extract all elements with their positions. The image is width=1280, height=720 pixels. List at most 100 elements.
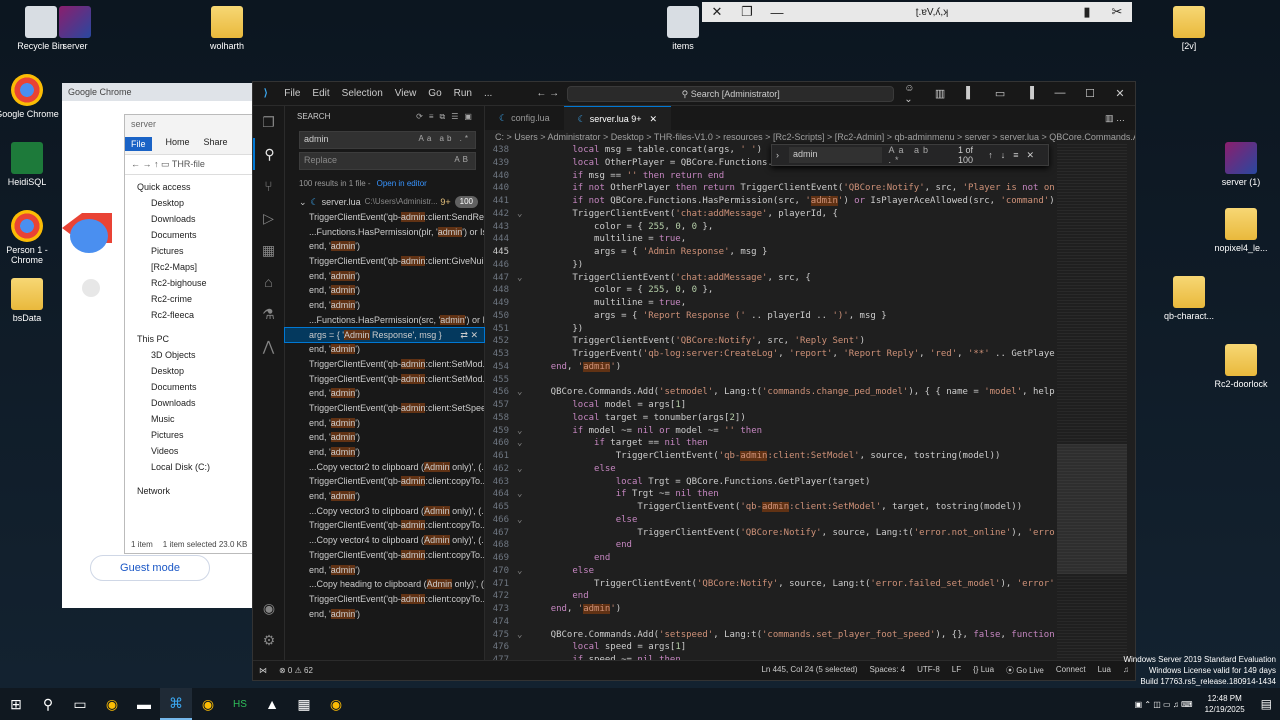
- toggle-panel-icon[interactable]: ▭: [985, 87, 1015, 100]
- search-match[interactable]: TriggerClientEvent('qb-admin:client:copy…: [285, 518, 484, 533]
- explorer-tree-item[interactable]: Pictures: [131, 427, 255, 443]
- fold-chevron-icon[interactable]: ⌄: [517, 565, 529, 578]
- chevron-right-icon[interactable]: ›: [776, 150, 779, 160]
- pin-icon[interactable]: ✂: [1102, 4, 1132, 20]
- menu-selection[interactable]: Selection: [336, 88, 389, 99]
- search-match[interactable]: end, 'admin'): [285, 283, 484, 298]
- fold-chevron-icon[interactable]: ⌄: [517, 629, 529, 642]
- search-match[interactable]: TriggerClientEvent('qb-admin:client:copy…: [285, 548, 484, 563]
- search-match[interactable]: end, 'admin'): [285, 416, 484, 431]
- search-actions[interactable]: ⟳≡⧉☰▣: [416, 106, 484, 128]
- fold-chevron-icon[interactable]: ⌄: [517, 425, 529, 438]
- problems-status[interactable]: ⊗ 0 ⚠ 62: [273, 666, 319, 675]
- fold-chevron-icon[interactable]: ⌄: [517, 386, 529, 399]
- search-match[interactable]: end, 'admin'): [285, 239, 484, 254]
- editor-tab[interactable]: ☾ config.lua: [485, 106, 564, 130]
- search-input[interactable]: admin Aa ab .*: [299, 131, 476, 149]
- fold-chevron-icon[interactable]: ⌄: [517, 437, 529, 450]
- breadcrumb[interactable]: C: > Users > Administrator > Desktop > T…: [485, 130, 1135, 144]
- code-line[interactable]: 456 ⌄ QBCore.Commands.Add('setmodel', Lan…: [485, 386, 1055, 399]
- fold-chevron-icon[interactable]: ⌄: [517, 272, 529, 285]
- editor-tab[interactable]: ☾ server.lua 9+ ✕: [563, 106, 672, 130]
- guest-mode-button[interactable]: Guest mode: [90, 555, 210, 581]
- find-options[interactable]: Aa ab .*: [888, 145, 948, 165]
- code-line[interactable]: 441 if not QBCore.Functions.HasPermissio…: [485, 195, 1055, 208]
- search-match[interactable]: end, 'admin'): [285, 342, 484, 357]
- search-match[interactable]: TriggerClientEvent('qb-admin:client:SetM…: [285, 357, 484, 372]
- lua-status[interactable]: Lua: [1092, 665, 1117, 676]
- find-widget[interactable]: › admin Aa ab .* 1 of 100 ↑↓≡✕: [771, 144, 1049, 166]
- fold-chevron-icon[interactable]: ⌄: [517, 208, 529, 221]
- settings-gear-icon[interactable]: ⚙: [253, 624, 285, 656]
- minimap[interactable]: [1057, 144, 1127, 660]
- code-line[interactable]: 466 ⌄ else: [485, 514, 1055, 527]
- desktop-icon[interactable]: qb-charact...: [1154, 276, 1224, 321]
- code-line[interactable]: 451 }): [485, 323, 1055, 336]
- code-line[interactable]: 462 ⌄ else: [485, 463, 1055, 476]
- desktop-icon[interactable]: wolharth: [192, 6, 262, 51]
- menu-view[interactable]: View: [389, 88, 423, 99]
- desktop-icon[interactable]: bsData: [0, 278, 62, 323]
- menu-go[interactable]: Go: [422, 88, 447, 99]
- remote-status-icon[interactable]: ⋈: [253, 666, 273, 675]
- testing-icon[interactable]: ⚗: [253, 298, 284, 330]
- layout-icon[interactable]: ▥: [925, 87, 955, 100]
- desktop-icon[interactable]: items: [648, 6, 718, 51]
- search-icon[interactable]: ⚲: [253, 138, 284, 170]
- search-match[interactable]: TriggerClientEvent('qb-admin:client:SetM…: [285, 372, 484, 387]
- maximize-icon[interactable]: ☐: [1075, 87, 1105, 100]
- fold-chevron-icon[interactable]: ⌄: [517, 463, 529, 476]
- code-line[interactable]: 474: [485, 616, 1055, 629]
- code-line[interactable]: 450 args = { 'Report Response (' .. play…: [485, 310, 1055, 323]
- search-match[interactable]: ...Copy heading to clipboard (Admin only…: [285, 577, 484, 592]
- search-match[interactable]: ...Copy vector2 to clipboard (Admin only…: [285, 460, 484, 475]
- search-match[interactable]: end, 'admin'): [285, 386, 484, 401]
- explorer-tree-item[interactable]: Quick access: [131, 179, 255, 195]
- code-line[interactable]: 473 end, 'admin'): [485, 603, 1055, 616]
- search-match[interactable]: TriggerClientEvent('qb-admin:client:Send…: [285, 210, 484, 225]
- search-match[interactable]: TriggerClientEvent('qb-admin:client:copy…: [285, 474, 484, 489]
- search-match[interactable]: end, 'admin'): [285, 298, 484, 313]
- code-line[interactable]: 471 TriggerClientEvent('QBCore:Notify', …: [485, 578, 1055, 591]
- desktop-icon[interactable]: [2v]: [1154, 6, 1224, 51]
- open-in-editor-link[interactable]: Open in editor: [377, 179, 427, 188]
- code-line[interactable]: 449 multiline = true,: [485, 297, 1055, 310]
- lua-icon[interactable]: ⋀: [253, 330, 284, 362]
- account-icon[interactable]: ◉: [253, 592, 285, 624]
- go-live[interactable]: ⦿ Go Live: [1000, 665, 1050, 676]
- close-icon[interactable]: ✕: [649, 114, 657, 124]
- indentation[interactable]: Spaces: 4: [864, 665, 912, 676]
- code-line[interactable]: 464 ⌄ if Trgt ~= nil then: [485, 488, 1055, 501]
- search-match[interactable]: end, 'admin'): [285, 607, 484, 622]
- search-match[interactable]: end, 'admin'): [285, 269, 484, 284]
- connect[interactable]: Connect: [1050, 665, 1092, 676]
- code-line[interactable]: 447 ⌄ TriggerClientEvent('chat:addMessage…: [485, 272, 1055, 285]
- desktop-icon[interactable]: nopixel4_le...: [1206, 208, 1276, 253]
- explorer-tree-item[interactable]: Local Disk (C:): [131, 459, 255, 475]
- terminal-icon[interactable]: ▲: [256, 688, 288, 720]
- code-line[interactable]: 453 TriggerEvent('qb-log:server:CreateLo…: [485, 348, 1055, 361]
- explorer-tree-item[interactable]: Documents: [131, 227, 255, 243]
- explorer-tree-item[interactable]: Downloads: [131, 211, 255, 227]
- search-match[interactable]: TriggerClientEvent('qb-admin:client:SetS…: [285, 401, 484, 416]
- notifications-icon[interactable]: ▤: [1253, 697, 1280, 711]
- code-line[interactable]: 465 TriggerClientEvent('qb-admin:client:…: [485, 501, 1055, 514]
- language-mode[interactable]: {} Lua: [967, 665, 1000, 676]
- explorer-tree-item[interactable]: Documents: [131, 379, 255, 395]
- menu-more[interactable]: ...: [478, 88, 498, 99]
- minimap-slider[interactable]: [1057, 444, 1127, 574]
- code-line[interactable]: 459 ⌄ if model ~= nil or model ~= '' then: [485, 425, 1055, 438]
- code-line[interactable]: 470 ⌄ else: [485, 565, 1055, 578]
- desktop-icon[interactable]: Google Chrome: [0, 74, 62, 119]
- explorer-tree-item[interactable]: [Rc2-Maps]: [131, 259, 255, 275]
- search-match[interactable]: TriggerClientEvent('qb-admin:client:copy…: [285, 592, 484, 607]
- replace-dismiss-icon[interactable]: ⇄ ✕: [460, 328, 478, 343]
- menu-edit[interactable]: Edit: [306, 88, 335, 99]
- desktop-icon[interactable]: Rc2-doorlock: [1206, 344, 1276, 389]
- search-match[interactable]: TriggerClientEvent('qb-admin:client:Give…: [285, 254, 484, 269]
- code-line[interactable]: 458 local target = tonumber(args[2]): [485, 412, 1055, 425]
- vscode-window[interactable]: ⟩ File Edit Selection View Go Run... ← → ⚲ Se…: [252, 81, 1136, 681]
- explorer-tab-share[interactable]: Share: [204, 137, 228, 151]
- code-line[interactable]: 460 ⌄ if target == nil then: [485, 437, 1055, 450]
- extensions-icon[interactable]: ▦: [253, 234, 284, 266]
